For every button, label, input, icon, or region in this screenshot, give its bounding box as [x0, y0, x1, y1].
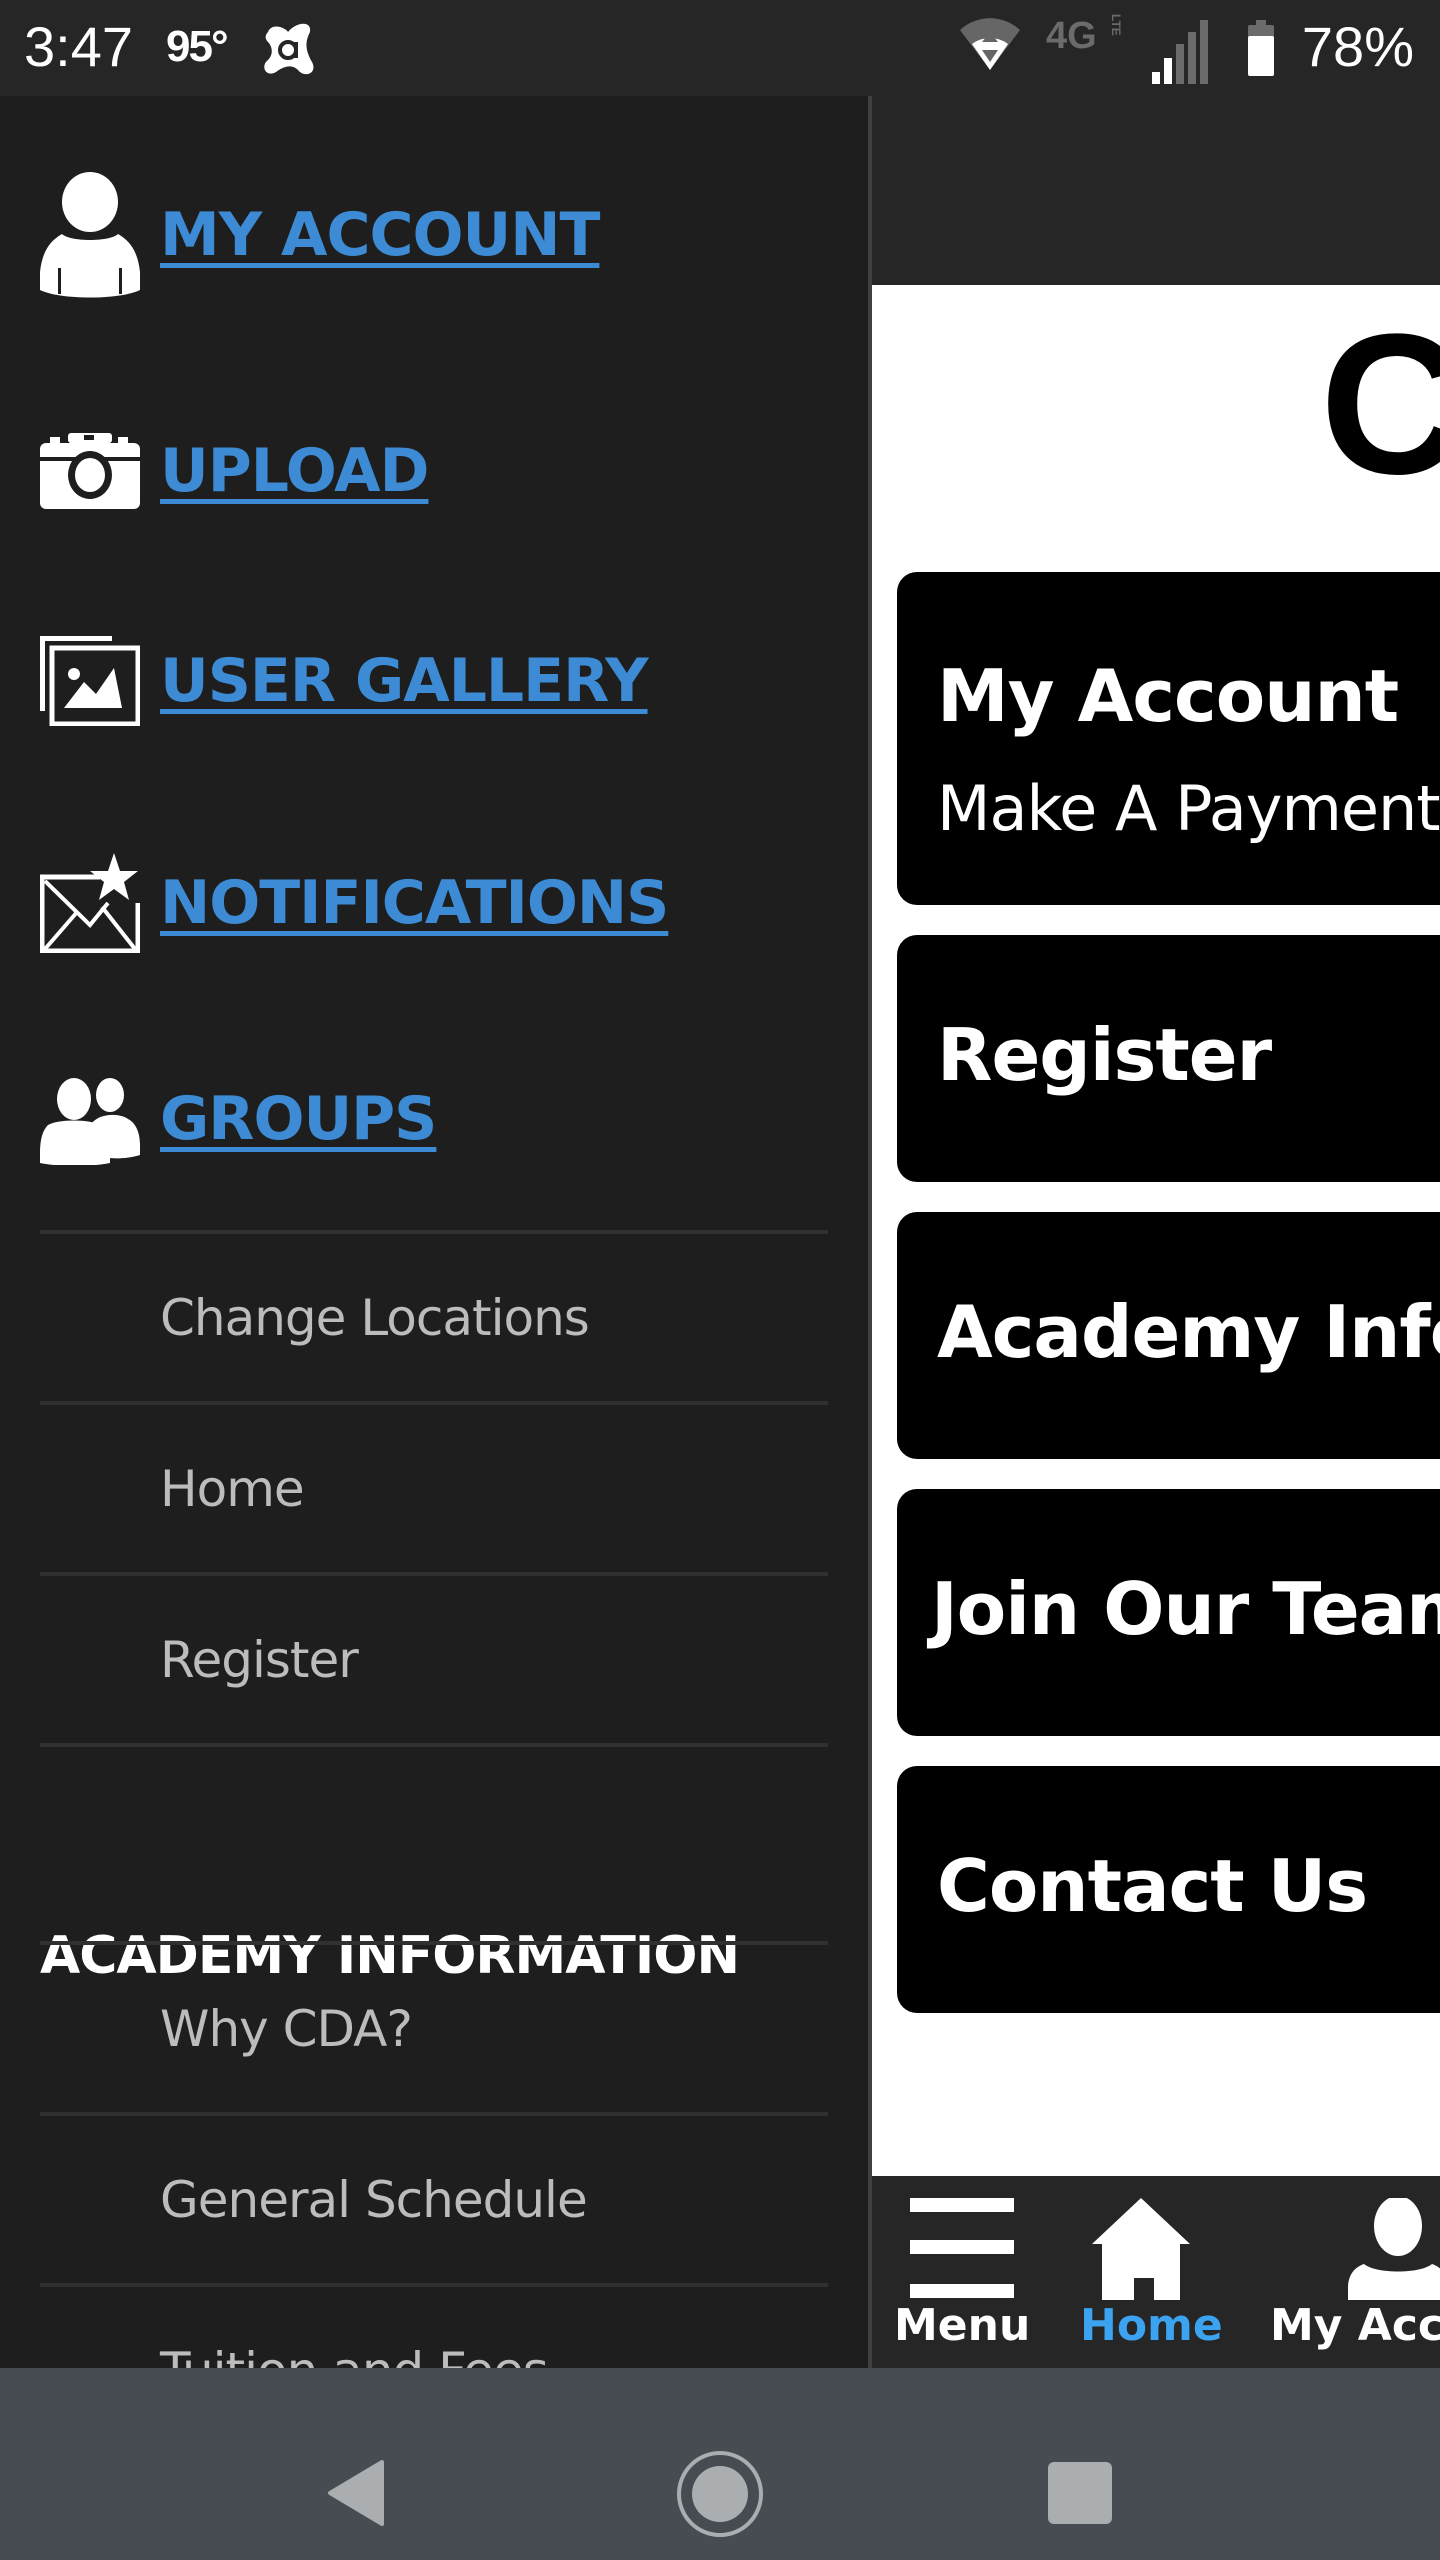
drawer-link-label: Register	[160, 1630, 359, 1689]
network-4g-lte-icon: 4G LTE	[1046, 14, 1132, 58]
home-system-button[interactable]	[676, 2450, 764, 2542]
tab-label: My Account	[1270, 2300, 1440, 2351]
svg-text:4G: 4G	[1046, 15, 1097, 54]
drawer-link-label: Why CDA?	[160, 1999, 413, 2058]
tab-menu[interactable]: Menu	[894, 2176, 1030, 2368]
tab-home[interactable]: Home	[1080, 2176, 1230, 2368]
drawer-item-label: GROUPS	[160, 1084, 437, 1154]
recents-button[interactable]	[1048, 2462, 1112, 2528]
drawer-item-groups[interactable]: GROUPS	[40, 1064, 437, 1174]
status-temperature: 95°	[166, 22, 229, 71]
drawer-item-notifications[interactable]: NOTIFICATIONS	[40, 848, 669, 958]
card-title: Academy Info	[937, 1290, 1440, 1374]
svg-text:LTE: LTE	[1109, 14, 1123, 36]
camera-icon	[40, 416, 140, 526]
tab-label: Home	[1080, 2300, 1223, 2351]
drawer-item-label: USER GALLERY	[160, 646, 649, 716]
card-subtitle-make-payment[interactable]: Make A Payment	[937, 772, 1440, 845]
drawer-link-label: Home	[160, 1459, 305, 1518]
drawer-link-label: Tuition and Fees	[160, 2342, 549, 2369]
tab-label: Menu	[894, 2300, 1031, 2351]
groups-icon	[40, 1064, 140, 1174]
status-time: 3:47	[24, 15, 133, 78]
card-contact-us[interactable]: Contact Us	[897, 1766, 1440, 2013]
mail-star-icon	[40, 848, 140, 958]
back-button[interactable]	[326, 2460, 386, 2530]
card-title: Join Our Team	[931, 1567, 1440, 1651]
card-title: Contact Us	[937, 1844, 1368, 1928]
drawer-link-tuition-and-fees[interactable]: Tuition and Fees	[40, 2283, 828, 2368]
home-icon	[1092, 2198, 1190, 2304]
drawer-link-label: Change Locations	[160, 1288, 590, 1347]
card-register[interactable]: Register	[897, 935, 1440, 1182]
avast-icon	[258, 18, 320, 84]
drawer-item-label: UPLOAD	[160, 436, 429, 506]
drawer-link-home[interactable]: Home	[40, 1401, 828, 1572]
user-icon	[1348, 2196, 1440, 2304]
card-my-account[interactable]: My Account Make A Payment	[897, 572, 1440, 905]
drawer-item-label: NOTIFICATIONS	[160, 868, 669, 938]
card-academy-info[interactable]: Academy Info	[897, 1212, 1440, 1459]
page-heading: C	[1320, 293, 1440, 516]
drawer-item-user-gallery[interactable]: USER GALLERY	[40, 626, 649, 736]
system-navigation-bar	[0, 2368, 1440, 2560]
battery-percent: 78%	[1301, 15, 1414, 78]
navigation-drawer: MY ACCOUNT UPLOAD USER GALLERY NOTIFICAT…	[0, 96, 868, 2368]
battery-icon	[1248, 20, 1274, 80]
bottom-tab-bar: Menu Home My Account	[872, 2176, 1440, 2368]
drawer-item-my-account[interactable]: MY ACCOUNT	[40, 172, 600, 298]
drawer-item-upload[interactable]: UPLOAD	[40, 416, 429, 526]
status-bar: 3:47 95° 4G LTE 78%	[0, 0, 1440, 96]
drawer-link-why-cda[interactable]: Why CDA?	[40, 1941, 828, 2112]
user-icon	[40, 172, 140, 298]
card-title: Register	[937, 1013, 1272, 1097]
app-header	[872, 96, 1440, 285]
gallery-icon	[40, 626, 140, 736]
tab-my-account[interactable]: My Account	[1270, 2176, 1440, 2368]
drawer-link-register[interactable]: Register	[40, 1572, 828, 1747]
wifi-icon	[958, 18, 1022, 76]
hamburger-icon	[910, 2198, 1014, 2304]
card-join-our-team[interactable]: Join Our Team	[897, 1489, 1440, 1736]
card-title: My Account	[937, 654, 1399, 738]
drawer-link-general-schedule[interactable]: General Schedule	[40, 2112, 828, 2283]
signal-icon	[1150, 20, 1216, 88]
drawer-link-change-locations[interactable]: Change Locations	[40, 1230, 828, 1401]
home-content: C My Account Make A Payment Register Aca…	[872, 285, 1440, 2176]
drawer-link-label: General Schedule	[160, 2170, 588, 2229]
drawer-item-label: MY ACCOUNT	[160, 200, 600, 270]
